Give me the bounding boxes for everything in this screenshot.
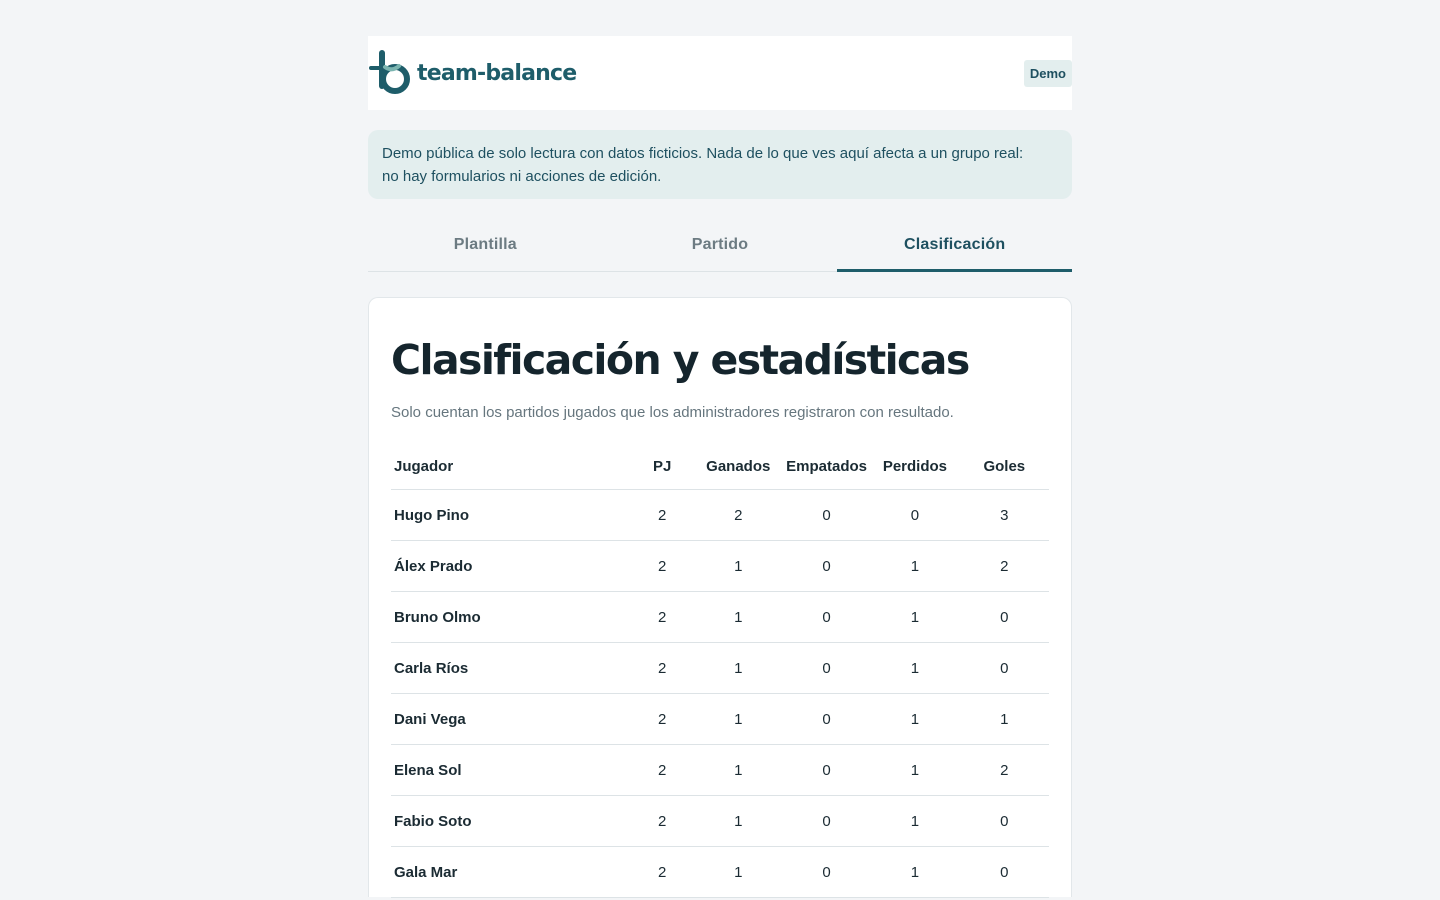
cell-goals: 1 xyxy=(959,693,1049,745)
cell-goals: 0 xyxy=(959,591,1049,643)
header-jugador[interactable]: Jugador xyxy=(391,443,631,490)
header-pj[interactable]: PJ xyxy=(630,443,694,490)
cell-drawn: 0 xyxy=(782,795,871,847)
header-ganados[interactable]: Ganados xyxy=(693,443,783,490)
cell-lost: 1 xyxy=(870,540,960,592)
cell-won: 1 xyxy=(693,846,783,898)
notice-line-1: Demo pública de solo lectura con datos f… xyxy=(382,145,1024,162)
tab-partido[interactable]: Partido xyxy=(603,219,838,271)
table-row: Álex Prado 2 1 0 1 2 xyxy=(391,540,1049,592)
cell-played: 2 xyxy=(630,540,694,592)
cell-won: 2 xyxy=(693,489,783,541)
cell-player-name: Gala Mar xyxy=(391,846,631,898)
logo[interactable]: team-balance xyxy=(368,36,577,110)
cell-player-name: Dani Vega xyxy=(391,693,631,745)
cell-player-name: Fabio Soto xyxy=(391,795,631,847)
cell-lost: 1 xyxy=(870,591,960,643)
cell-player-name: Bruno Olmo xyxy=(391,591,631,643)
demo-badge: Demo xyxy=(1023,59,1072,87)
tab-plantilla[interactable]: Plantilla xyxy=(368,219,603,271)
demo-notice: Demo pública de solo lectura con datos f… xyxy=(368,130,1072,199)
tab-bar: Plantilla Partido Clasificación xyxy=(368,219,1073,272)
cell-goals: 0 xyxy=(959,642,1049,694)
cell-goals: 0 xyxy=(959,846,1049,898)
page: team-balance Demo Demo pública de solo l… xyxy=(368,36,1073,898)
cell-played: 2 xyxy=(630,591,694,643)
table-row: Bruno Olmo 2 1 0 1 0 xyxy=(391,591,1049,643)
cell-played: 2 xyxy=(630,846,694,898)
cell-drawn: 0 xyxy=(782,642,871,694)
cell-lost: 1 xyxy=(870,795,960,847)
page-title: Clasificación y estadísticas xyxy=(391,336,970,384)
app-header: team-balance Demo xyxy=(368,36,1072,110)
cell-player-name: Elena Sol xyxy=(391,744,631,796)
cell-played: 2 xyxy=(630,693,694,745)
cell-drawn: 0 xyxy=(782,693,871,745)
logo-text: team-balance xyxy=(417,60,577,86)
cell-lost: 1 xyxy=(870,846,960,898)
cell-lost: 1 xyxy=(870,642,960,694)
table-row: Fabio Soto 2 1 0 1 0 xyxy=(391,795,1049,847)
standings-table: Jugador PJ Ganados Empatados Perdidos Go… xyxy=(391,443,1049,898)
cell-lost: 0 xyxy=(870,489,960,541)
cell-won: 1 xyxy=(693,795,783,847)
table-header-row: Jugador PJ Ganados Empatados Perdidos Go… xyxy=(391,443,1049,490)
team-balance-logo-icon xyxy=(368,50,414,96)
cell-drawn: 0 xyxy=(782,744,871,796)
cell-player-name: Carla Ríos xyxy=(391,642,631,694)
cell-won: 1 xyxy=(693,642,783,694)
cell-lost: 1 xyxy=(870,693,960,745)
cell-won: 1 xyxy=(693,693,783,745)
table-body: Hugo Pino 2 2 0 0 3 Álex Prado 2 1 0 1 2 Bruno Olmo 2… xyxy=(391,489,1049,898)
cell-drawn: 0 xyxy=(782,489,871,541)
header-empatados[interactable]: Empatados xyxy=(782,443,871,490)
cell-won: 1 xyxy=(693,540,783,592)
cell-played: 2 xyxy=(630,489,694,541)
table-row: Carla Ríos 2 1 0 1 0 xyxy=(391,642,1049,694)
header-perdidos[interactable]: Perdidos xyxy=(870,443,960,490)
cell-goals: 2 xyxy=(959,540,1049,592)
cell-goals: 2 xyxy=(959,744,1049,796)
page-subtitle: Solo cuentan los partidos jugados que lo… xyxy=(391,404,954,421)
table-row: Elena Sol 2 1 0 1 2 xyxy=(391,744,1049,796)
standings-card: Clasificación y estadísticas Solo cuenta… xyxy=(368,297,1072,898)
table-row: Dani Vega 2 1 0 1 1 xyxy=(391,693,1049,745)
cell-player-name: Álex Prado xyxy=(391,540,631,592)
tab-clasificacion[interactable]: Clasificación xyxy=(837,219,1073,272)
cell-played: 2 xyxy=(630,795,694,847)
cell-drawn: 0 xyxy=(782,846,871,898)
notice-line-2: no hay formularios ni acciones de edició… xyxy=(382,168,662,185)
cell-goals: 0 xyxy=(959,795,1049,847)
cell-lost: 1 xyxy=(870,744,960,796)
table-row: Hugo Pino 2 2 0 0 3 xyxy=(391,489,1049,541)
header-goles[interactable]: Goles xyxy=(959,443,1049,490)
table-row: Gala Mar 2 1 0 1 0 xyxy=(391,846,1049,898)
cell-won: 1 xyxy=(693,591,783,643)
cell-won: 1 xyxy=(693,744,783,796)
cell-drawn: 0 xyxy=(782,540,871,592)
cell-played: 2 xyxy=(630,744,694,796)
cell-player-name: Hugo Pino xyxy=(391,489,631,541)
cell-played: 2 xyxy=(630,642,694,694)
cell-drawn: 0 xyxy=(782,591,871,643)
cell-goals: 3 xyxy=(959,489,1049,541)
